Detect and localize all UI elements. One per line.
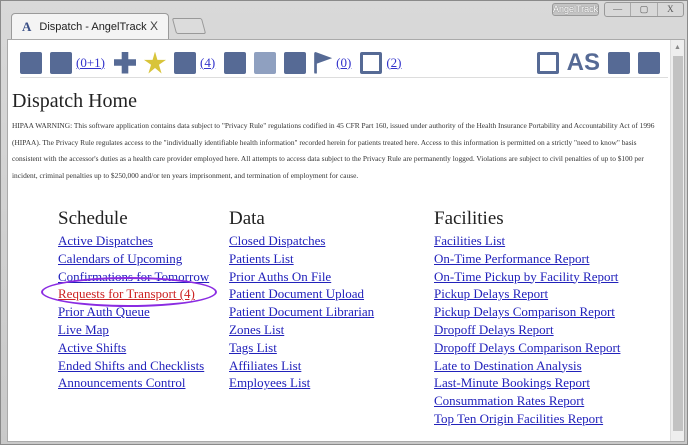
browser-window: A Dispatch - AngelTrack X AngelTrack — ▢ X… [0,0,688,445]
link-top-ten-origin[interactable]: Top Ten Origin Facilities Report [434,410,620,428]
brand-label: AngelTrack [552,3,599,16]
angeltrack-logo-icon: A [22,18,32,34]
ambulance-icon[interactable] [50,51,72,74]
vertical-scrollbar[interactable]: ▲ [670,40,684,441]
tab-title: Dispatch - AngelTrack [39,20,147,33]
link-tags-list[interactable]: Tags List [229,339,374,357]
hipaa-warning: HIPAA WARNING: This software application… [12,121,655,180]
link-active-shifts[interactable]: Active Shifts [58,339,209,357]
link-prior-auths[interactable]: Prior Auths On File [229,268,374,286]
clock-icon[interactable] [360,51,383,74]
fuel-can-icon[interactable] [284,51,307,74]
scroll-up-icon[interactable]: ▲ [674,43,681,51]
maximize-button[interactable]: ▢ [631,3,658,16]
link-zones-list[interactable]: Zones List [229,321,374,339]
facilities-heading: Facilities [434,208,504,229]
link-active-dispatches[interactable]: Active Dispatches [58,232,209,250]
link-pickup-delays-comparison[interactable]: Pickup Delays Comparison Report [434,303,620,321]
staff-icon[interactable] [174,51,196,74]
new-tab-button[interactable] [171,18,207,34]
toolbar: (0+1) (4) (0) (2) AS [20,48,668,78]
medical-cross-icon[interactable] [114,51,136,74]
billing-icon[interactable] [224,51,247,74]
star-of-life-icon[interactable] [144,51,166,74]
link-patients-list[interactable]: Patients List [229,250,374,268]
window-controls: — ▢ X [604,2,684,17]
home-icon[interactable] [20,51,42,74]
link-affiliates-list[interactable]: Affiliates List [229,357,374,375]
link-live-map[interactable]: Live Map [58,321,209,339]
minimize-button[interactable]: — [605,3,632,16]
data-heading: Data [229,208,265,229]
close-window-button[interactable]: X [658,3,683,16]
link-dropoff-delays-comparison[interactable]: Dropoff Delays Comparison Report [434,339,620,357]
highlight-circle [41,277,217,307]
logout-icon[interactable] [638,52,660,74]
link-pickup-delays[interactable]: Pickup Delays Report [434,285,620,303]
scrollbar-thumb[interactable] [673,56,683,431]
mail-icon[interactable] [608,52,630,74]
link-employees-list[interactable]: Employees List [229,374,374,392]
data-column: Data Closed Dispatches Patients List Pri… [229,208,374,392]
clock-count-link[interactable]: (2) [386,55,401,71]
ambulance-count-link[interactable]: (0+1) [76,55,105,71]
link-document-upload[interactable]: Patient Document Upload [229,285,374,303]
link-consummation-rates[interactable]: Consummation Rates Report [434,392,620,410]
page-title: Dispatch Home [12,90,137,112]
link-ended-shifts[interactable]: Ended Shifts and Checklists [58,357,209,375]
link-document-librarian[interactable]: Patient Document Librarian [229,303,374,321]
link-last-minute-bookings[interactable]: Last-Minute Bookings Report [434,374,620,392]
lamp-icon[interactable] [254,51,277,74]
link-on-time-performance[interactable]: On-Time Performance Report [434,250,620,268]
link-on-time-pickup[interactable]: On-Time Pickup by Facility Report [434,268,620,286]
tab-dispatch[interactable]: A Dispatch - AngelTrack X [11,13,169,39]
page-content: (0+1) (4) (0) (2) AS Dispatch Home HIPAA… [7,39,685,442]
link-late-to-destination[interactable]: Late to Destination Analysis [434,357,620,375]
link-calendars[interactable]: Calendars of Upcoming [58,250,209,268]
link-facilities-list[interactable]: Facilities List [434,232,620,250]
tab-close-button[interactable]: X [150,19,158,33]
link-dropoff-delays[interactable]: Dropoff Delays Report [434,321,620,339]
facility-icon[interactable] [536,52,559,74]
link-closed-dispatches[interactable]: Closed Dispatches [229,232,374,250]
link-announcements[interactable]: Announcements Control [58,374,209,392]
facilities-column: Facilities Facilities List On-Time Perfo… [434,208,620,428]
flag-icon[interactable] [314,51,333,74]
staff-count-link[interactable]: (4) [200,55,215,71]
schedule-heading: Schedule [58,208,128,229]
flag-count-link[interactable]: (0) [336,55,351,71]
user-initials-button[interactable]: AS [567,49,600,77]
toolbar-right: AS [536,48,668,78]
